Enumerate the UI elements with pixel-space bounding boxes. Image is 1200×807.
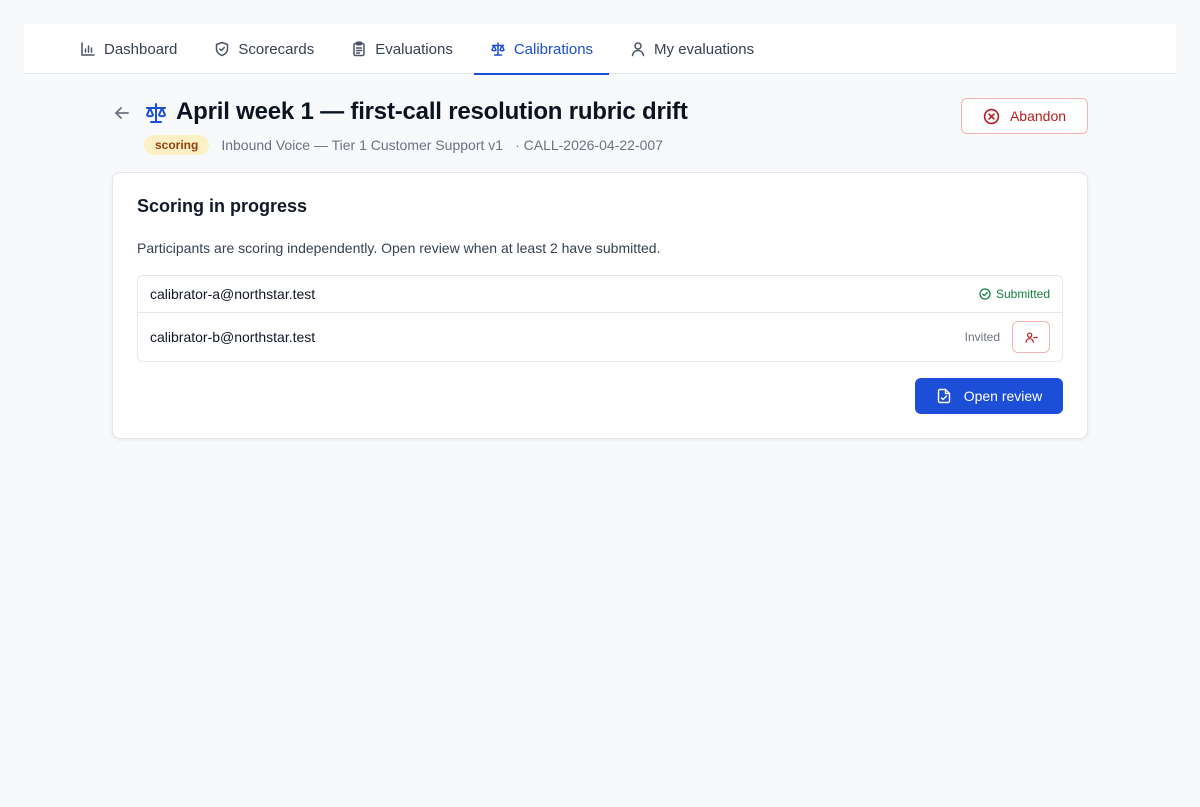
open-review-button[interactable]: Open review [915, 378, 1063, 414]
calibration-meta: scoring Inbound Voice — Tier 1 Customer … [144, 134, 663, 156]
scorecard-name: Inbound Voice — Tier 1 Customer Support … [221, 137, 504, 153]
participant-list: calibrator-a@northstar.test Submitted ca… [137, 275, 1063, 362]
tab-evaluations[interactable]: Evaluations [335, 24, 469, 74]
bar-chart-icon [81, 42, 95, 56]
tab-label: Scorecards [238, 40, 315, 58]
tab-dashboard[interactable]: Dashboard [64, 24, 193, 74]
participant-row: calibrator-b@northstar.test Invited [138, 313, 1062, 361]
clipboard-list-icon [353, 41, 366, 57]
call-id: · CALL-2026-04-22-007 [515, 137, 663, 153]
submitted-status: Submitted [979, 287, 1050, 301]
participant-status: Submitted [995, 287, 1050, 301]
tab-scorecards[interactable]: Scorecards [198, 24, 330, 74]
scale-icon [146, 103, 166, 123]
participant-email: calibrator-b@northstar.test [150, 329, 316, 345]
scoring-card: Scoring in progress Participants are sco… [112, 172, 1088, 439]
page-title: April week 1 — first-call resolution rub… [176, 98, 688, 125]
tab-calibrations[interactable]: Calibrations [473, 24, 610, 75]
top-nav-bar: Dashboard Scorecards Evaluations Calibra… [24, 24, 1176, 75]
participant-email: calibrator-a@northstar.test [150, 286, 316, 302]
back-button[interactable] [112, 103, 132, 123]
scale-icon [491, 42, 505, 56]
tab-label: My evaluations [654, 40, 755, 58]
tab-label: Calibrations [513, 40, 594, 58]
remove-participant-button[interactable] [1012, 321, 1050, 353]
arrow-left-icon [115, 107, 129, 119]
nav-tabs: Dashboard Scorecards Evaluations Calibra… [64, 24, 775, 75]
tab-label: Dashboard [104, 40, 178, 58]
abandon-label: Abandon [1009, 108, 1067, 124]
shield-check-icon [216, 41, 229, 57]
tab-label: Evaluations [375, 40, 453, 58]
status-badge: scoring [144, 135, 210, 155]
card-description: Participants are scoring independently. … [137, 240, 661, 256]
user-minus-icon [1024, 331, 1038, 343]
x-circle-icon [983, 108, 1000, 124]
card-title: Scoring in progress [137, 196, 308, 216]
file-review-icon [937, 388, 950, 404]
open-review-label: Open review [963, 388, 1043, 404]
user-icon [631, 42, 645, 57]
participant-row: calibrator-a@northstar.test Submitted [138, 276, 1062, 313]
participant-status: Invited [964, 330, 1000, 344]
abandon-button[interactable]: Abandon [961, 98, 1088, 134]
tab-my-evaluations[interactable]: My evaluations [614, 24, 770, 74]
check-circle-icon [979, 288, 991, 300]
